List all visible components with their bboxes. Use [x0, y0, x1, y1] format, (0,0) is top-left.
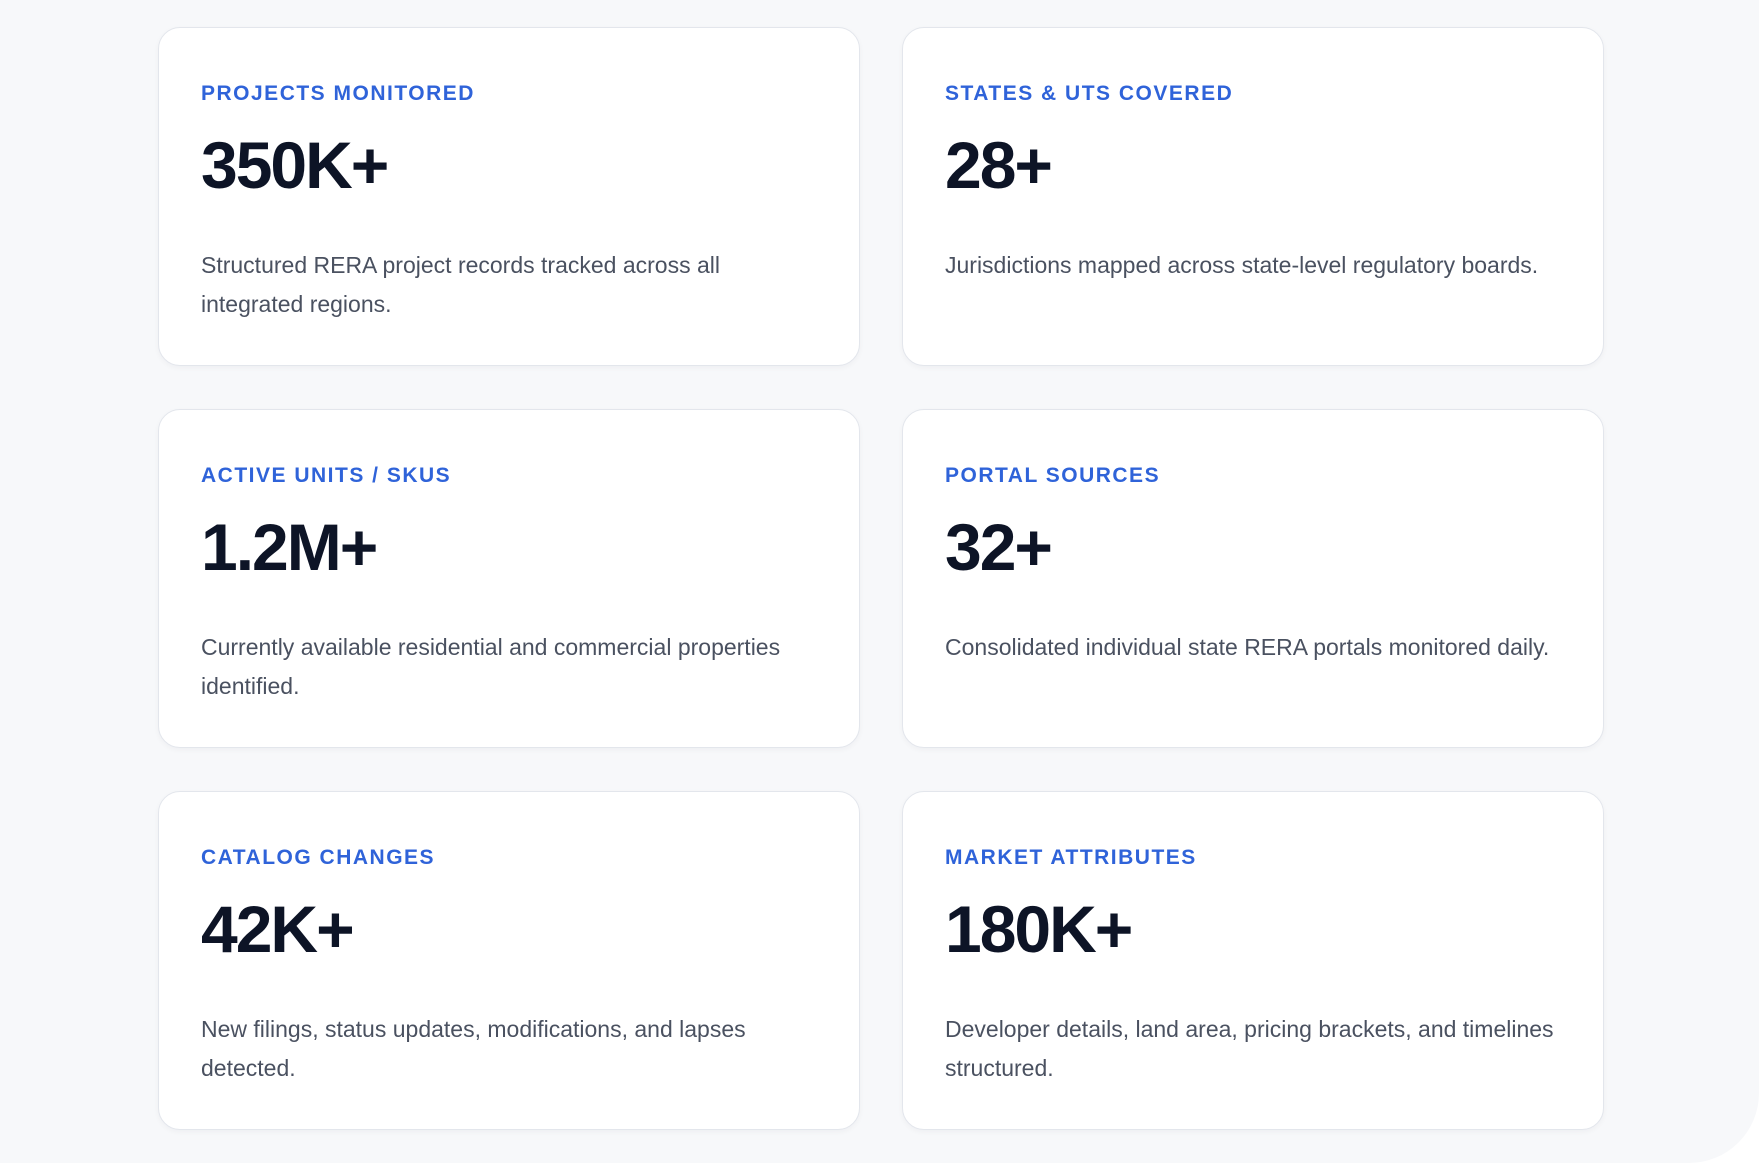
stat-value: 32+ [945, 510, 1053, 584]
stat-label: PROJECTS MONITORED [201, 82, 475, 105]
stat-card-projects-monitored: PROJECTS MONITORED 350K+ Structured RERA… [158, 27, 860, 366]
stat-value: 180K+ [945, 892, 1133, 966]
stat-value: 350K+ [201, 128, 389, 202]
stats-panel: PROJECTS MONITORED 350K+ Structured RERA… [0, 0, 1759, 1163]
stat-label: ACTIVE UNITS / SKUS [201, 464, 452, 487]
stat-description: Structured RERA project records tracked … [201, 252, 720, 317]
stat-value: 28+ [945, 128, 1053, 202]
stat-value: 1.2M+ [201, 510, 378, 584]
stats-grid: PROJECTS MONITORED 350K+ Structured RERA… [158, 27, 1604, 1130]
stat-description: Currently available residential and comm… [201, 634, 781, 699]
stat-card-states-uts-covered: STATES & UTS COVERED 28+ Jurisdictions m… [902, 27, 1604, 366]
stat-description: New filings, status updates, modificatio… [201, 1016, 746, 1081]
stat-card-portal-sources: PORTAL SOURCES 32+ Consolidated individu… [902, 409, 1604, 748]
stat-card-active-units: ACTIVE UNITS / SKUS 1.2M+ Currently avai… [158, 409, 860, 748]
stat-card-market-attributes: MARKET ATTRIBUTES 180K+ Developer detail… [902, 791, 1604, 1130]
stat-description: Developer details, land area, pricing br… [945, 1016, 1554, 1081]
stat-label: MARKET ATTRIBUTES [945, 846, 1197, 869]
stat-description: Jurisdictions mapped across state-level … [945, 252, 1539, 278]
stat-description: Consolidated individual state RERA porta… [945, 634, 1550, 660]
stat-card-catalog-changes: CATALOG CHANGES 42K+ New filings, status… [158, 791, 860, 1130]
stat-label: PORTAL SOURCES [945, 464, 1161, 487]
stat-label: CATALOG CHANGES [201, 846, 436, 869]
stat-label: STATES & UTS COVERED [945, 82, 1234, 105]
stat-value: 42K+ [201, 892, 355, 966]
